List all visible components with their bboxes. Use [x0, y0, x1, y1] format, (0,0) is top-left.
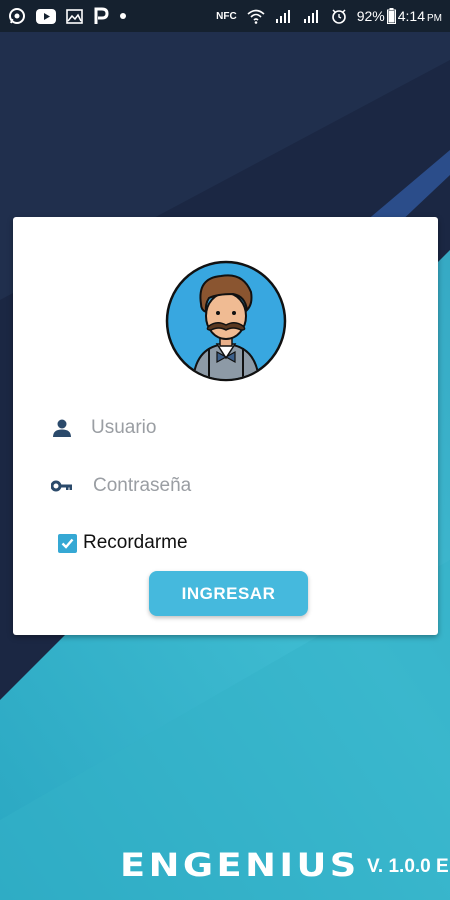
status-bar: NFC 92% 4:14 PM	[0, 0, 450, 32]
clock: 4:14 PM	[398, 8, 442, 24]
login-button[interactable]: INGRESAR	[149, 571, 308, 616]
remember-me-checkbox[interactable]: Recordarme	[58, 532, 188, 554]
image-icon	[66, 8, 83, 24]
key-icon	[51, 475, 73, 497]
password-field	[51, 472, 393, 500]
youtube-icon	[36, 8, 56, 24]
login-card: Recordarme INGRESAR	[13, 217, 438, 635]
signal-icon-1	[275, 8, 293, 24]
alarm-icon	[331, 8, 347, 24]
username-field	[51, 414, 391, 442]
username-input[interactable]	[91, 417, 391, 439]
nfc-indicator: NFC	[216, 10, 237, 22]
avatar	[165, 260, 287, 382]
checkbox-checked-icon[interactable]	[58, 533, 77, 553]
wifi-icon	[247, 8, 265, 24]
clock-time: 4:14	[397, 8, 425, 24]
p-app-icon	[93, 7, 109, 25]
password-input[interactable]	[93, 475, 393, 497]
signal-icon-2	[303, 8, 321, 24]
version-label: V. 1.0.0 E	[367, 856, 449, 877]
battery-icon	[386, 8, 396, 24]
user-icon	[51, 417, 73, 439]
brand-logo: ENGENIUS	[120, 846, 360, 884]
clock-ampm: PM	[427, 13, 442, 24]
battery-percent: 92%	[356, 8, 385, 24]
dot-icon	[119, 12, 127, 20]
remember-me-label: Recordarme	[83, 532, 188, 553]
whatsapp-icon	[8, 7, 26, 25]
